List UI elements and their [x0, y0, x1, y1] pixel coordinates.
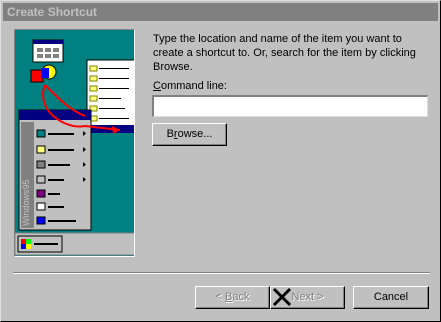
create-shortcut-dialog: Create Shortcut Windows95 Type the locat…	[0, 0, 441, 322]
start-menu-banner-text: Windows95	[21, 179, 31, 226]
no-drop-cursor-icon	[272, 287, 292, 307]
back-label-suffix: ack	[232, 291, 250, 303]
footer-separator	[13, 272, 430, 274]
illustration-drawing: Windows95	[15, 39, 134, 256]
command-line-label-accelerator: C	[153, 80, 161, 92]
back-label-prefix: <	[215, 291, 225, 303]
browse-label-prefix: B	[166, 128, 174, 140]
shapes-blue-block	[41, 68, 49, 78]
cancel-button[interactable]: Cancel	[353, 286, 429, 309]
command-line-label: Command line:	[153, 80, 227, 92]
instruction-text: Type the location and name of the item y…	[153, 33, 416, 73]
title-bar: Create Shortcut	[3, 3, 438, 21]
wizard-illustration: Windows95	[14, 29, 135, 257]
browse-button[interactable]: Browse...	[152, 123, 227, 146]
command-line-input[interactable]	[152, 95, 428, 117]
command-line-label-text: ommand line:	[160, 80, 227, 92]
back-button[interactable]: < Back	[195, 286, 270, 309]
browse-label-suffix: owse...	[177, 128, 213, 140]
program-window-titlebar	[33, 40, 63, 44]
